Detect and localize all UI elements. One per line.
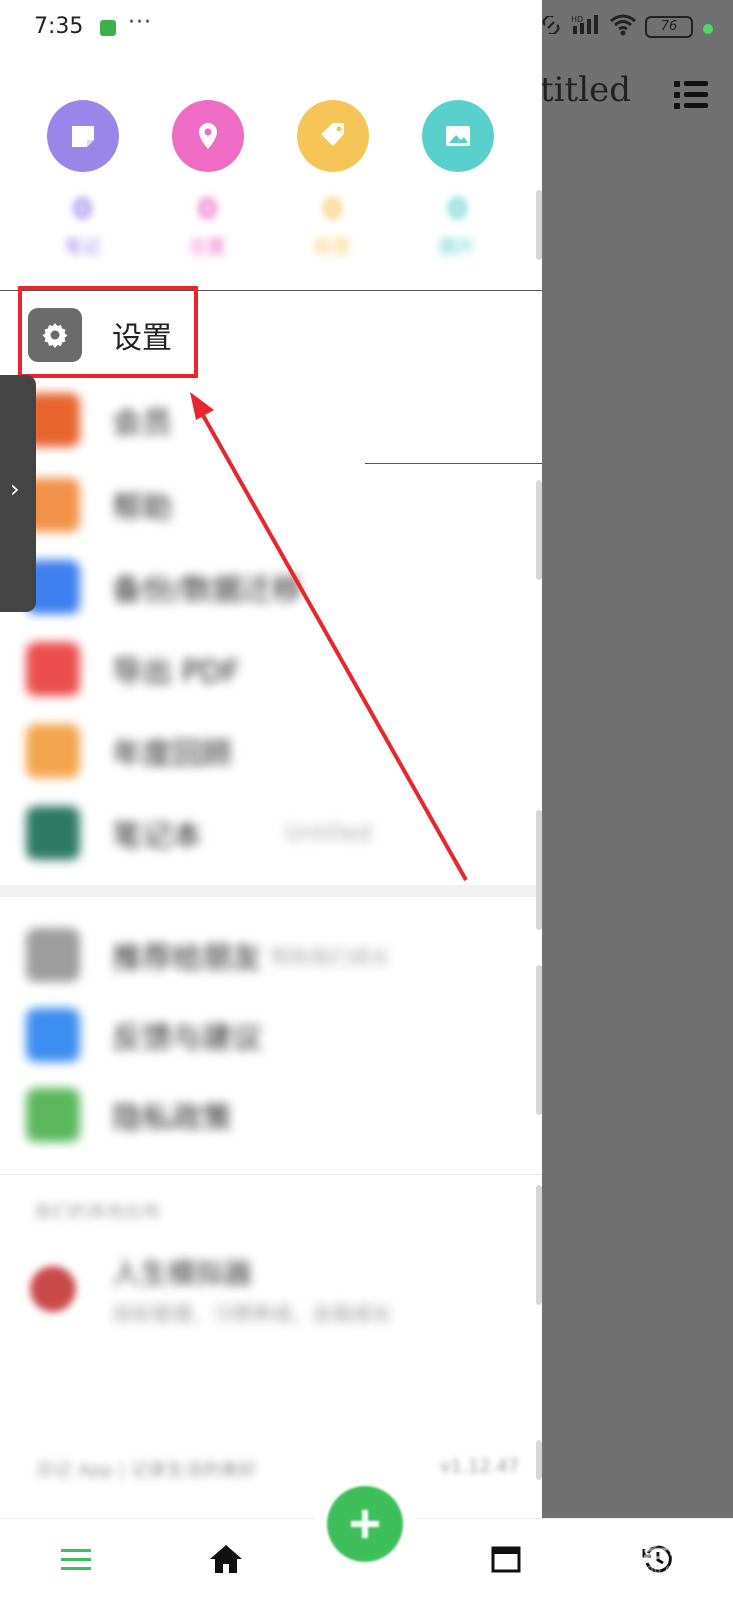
stat-notes-count: 0 — [72, 192, 93, 225]
status-time: 7:35 — [34, 14, 84, 39]
section-title: 我们的其他应用 — [34, 1202, 160, 1223]
menu-label-privacy: 隐私政策 — [112, 1101, 232, 1136]
app-notification-icon — [100, 20, 116, 36]
list-menu-icon[interactable] — [674, 80, 710, 110]
highlight-box — [18, 286, 198, 378]
watermark-url: jingyan.baidu.com — [580, 1562, 691, 1576]
menu-label-member: 会员 — [112, 406, 172, 441]
pdf-icon — [26, 642, 80, 696]
promo-app-title[interactable]: 人生模拟器 — [112, 1252, 252, 1292]
footer-app-info: 日记 App | 记录生活的美好 — [36, 1460, 257, 1481]
add-note-button[interactable] — [327, 1486, 403, 1562]
menu-item-recommend[interactable]: 推荐给朋友 帮助我们成长 — [0, 920, 542, 990]
menu-item-privacy[interactable]: 隐私政策 — [0, 1080, 542, 1150]
app-logo-icon[interactable] — [30, 1266, 76, 1312]
stat-locations-count: 0 — [197, 192, 218, 225]
privacy-indicator-icon — [703, 24, 713, 34]
home-icon[interactable] — [206, 1539, 246, 1579]
status-bar: 7:35 ··· HD 76 — [0, 0, 733, 58]
divider — [365, 463, 542, 464]
note-icon — [46, 100, 119, 172]
chevron-right-icon: › — [10, 475, 20, 503]
menu-item-backup[interactable]: 备份/数据迁移 — [0, 552, 542, 622]
watermark: Baidu经验 — [560, 1534, 696, 1564]
battery-indicator: 76 — [645, 16, 693, 38]
plus-icon — [351, 1510, 379, 1538]
stat-images-label: 图片 — [439, 237, 476, 258]
link-icon — [539, 14, 563, 38]
recommend-value: 帮助我们成长 — [270, 944, 390, 969]
menu-label-notebook: 笔记本 — [112, 819, 202, 854]
footer-version: v1.12.47 — [440, 1456, 520, 1477]
menu-item-help[interactable]: 帮助 — [0, 470, 542, 540]
menu-label-feedback: 反馈与建议 — [112, 1021, 262, 1056]
stat-locations-label: 位置 — [189, 237, 226, 258]
menu-item-feedback[interactable]: 反馈与建议 — [0, 1000, 542, 1070]
stat-tags-count: 0 — [322, 192, 343, 225]
tag-icon — [296, 100, 369, 172]
stat-locations[interactable]: 0 位置 — [145, 100, 270, 270]
location-pin-icon — [171, 100, 244, 172]
menu-label-export-pdf: 导出 PDF — [112, 655, 240, 690]
menu-icon[interactable] — [56, 1539, 96, 1579]
status-indicators: HD 76 — [539, 14, 693, 40]
section-separator — [0, 885, 542, 897]
signal-icon: HD — [571, 14, 601, 40]
drawer-handle[interactable]: › — [0, 375, 36, 612]
hd-label: HD — [571, 15, 583, 24]
divider — [0, 1174, 542, 1175]
menu-label-backup: 备份/数据迁移 — [112, 573, 303, 608]
privacy-icon — [26, 1088, 80, 1142]
menu-item-review[interactable]: 年度回顾 — [0, 716, 542, 786]
image-icon — [421, 100, 494, 172]
menu-item-notebook[interactable]: 笔记本 Untitled — [0, 798, 542, 868]
note-title: titled — [540, 70, 631, 110]
stat-notes-label: 笔记 — [64, 237, 101, 258]
notebook-icon — [26, 806, 80, 860]
notebook-value: Untitled — [285, 820, 373, 846]
stats-row: 0 笔记 0 位置 0 标签 0 图片 — [20, 100, 520, 270]
promo-app-subtitle: 目标管理、习惯养成、自我成长 — [112, 1302, 392, 1326]
calendar-icon[interactable] — [486, 1539, 526, 1579]
stat-notes[interactable]: 0 笔记 — [20, 100, 145, 270]
menu-item-member[interactable]: 会员 — [0, 385, 542, 455]
stat-images-count: 0 — [447, 192, 468, 225]
calendar-icon — [26, 724, 80, 778]
menu-label-review: 年度回顾 — [112, 737, 232, 772]
menu-label-recommend: 推荐给朋友 — [112, 941, 262, 976]
menu-label-help: 帮助 — [112, 491, 172, 526]
stat-tags[interactable]: 0 标签 — [270, 100, 395, 270]
stat-tags-label: 标签 — [314, 237, 351, 258]
share-icon — [26, 928, 80, 982]
more-notifications-icon: ··· — [128, 10, 152, 35]
stat-images[interactable]: 0 图片 — [395, 100, 520, 270]
feedback-icon — [26, 1008, 80, 1062]
wifi-icon — [609, 14, 637, 40]
dim-overlay[interactable] — [542, 0, 733, 1599]
menu-item-export-pdf[interactable]: 导出 PDF — [0, 634, 542, 704]
